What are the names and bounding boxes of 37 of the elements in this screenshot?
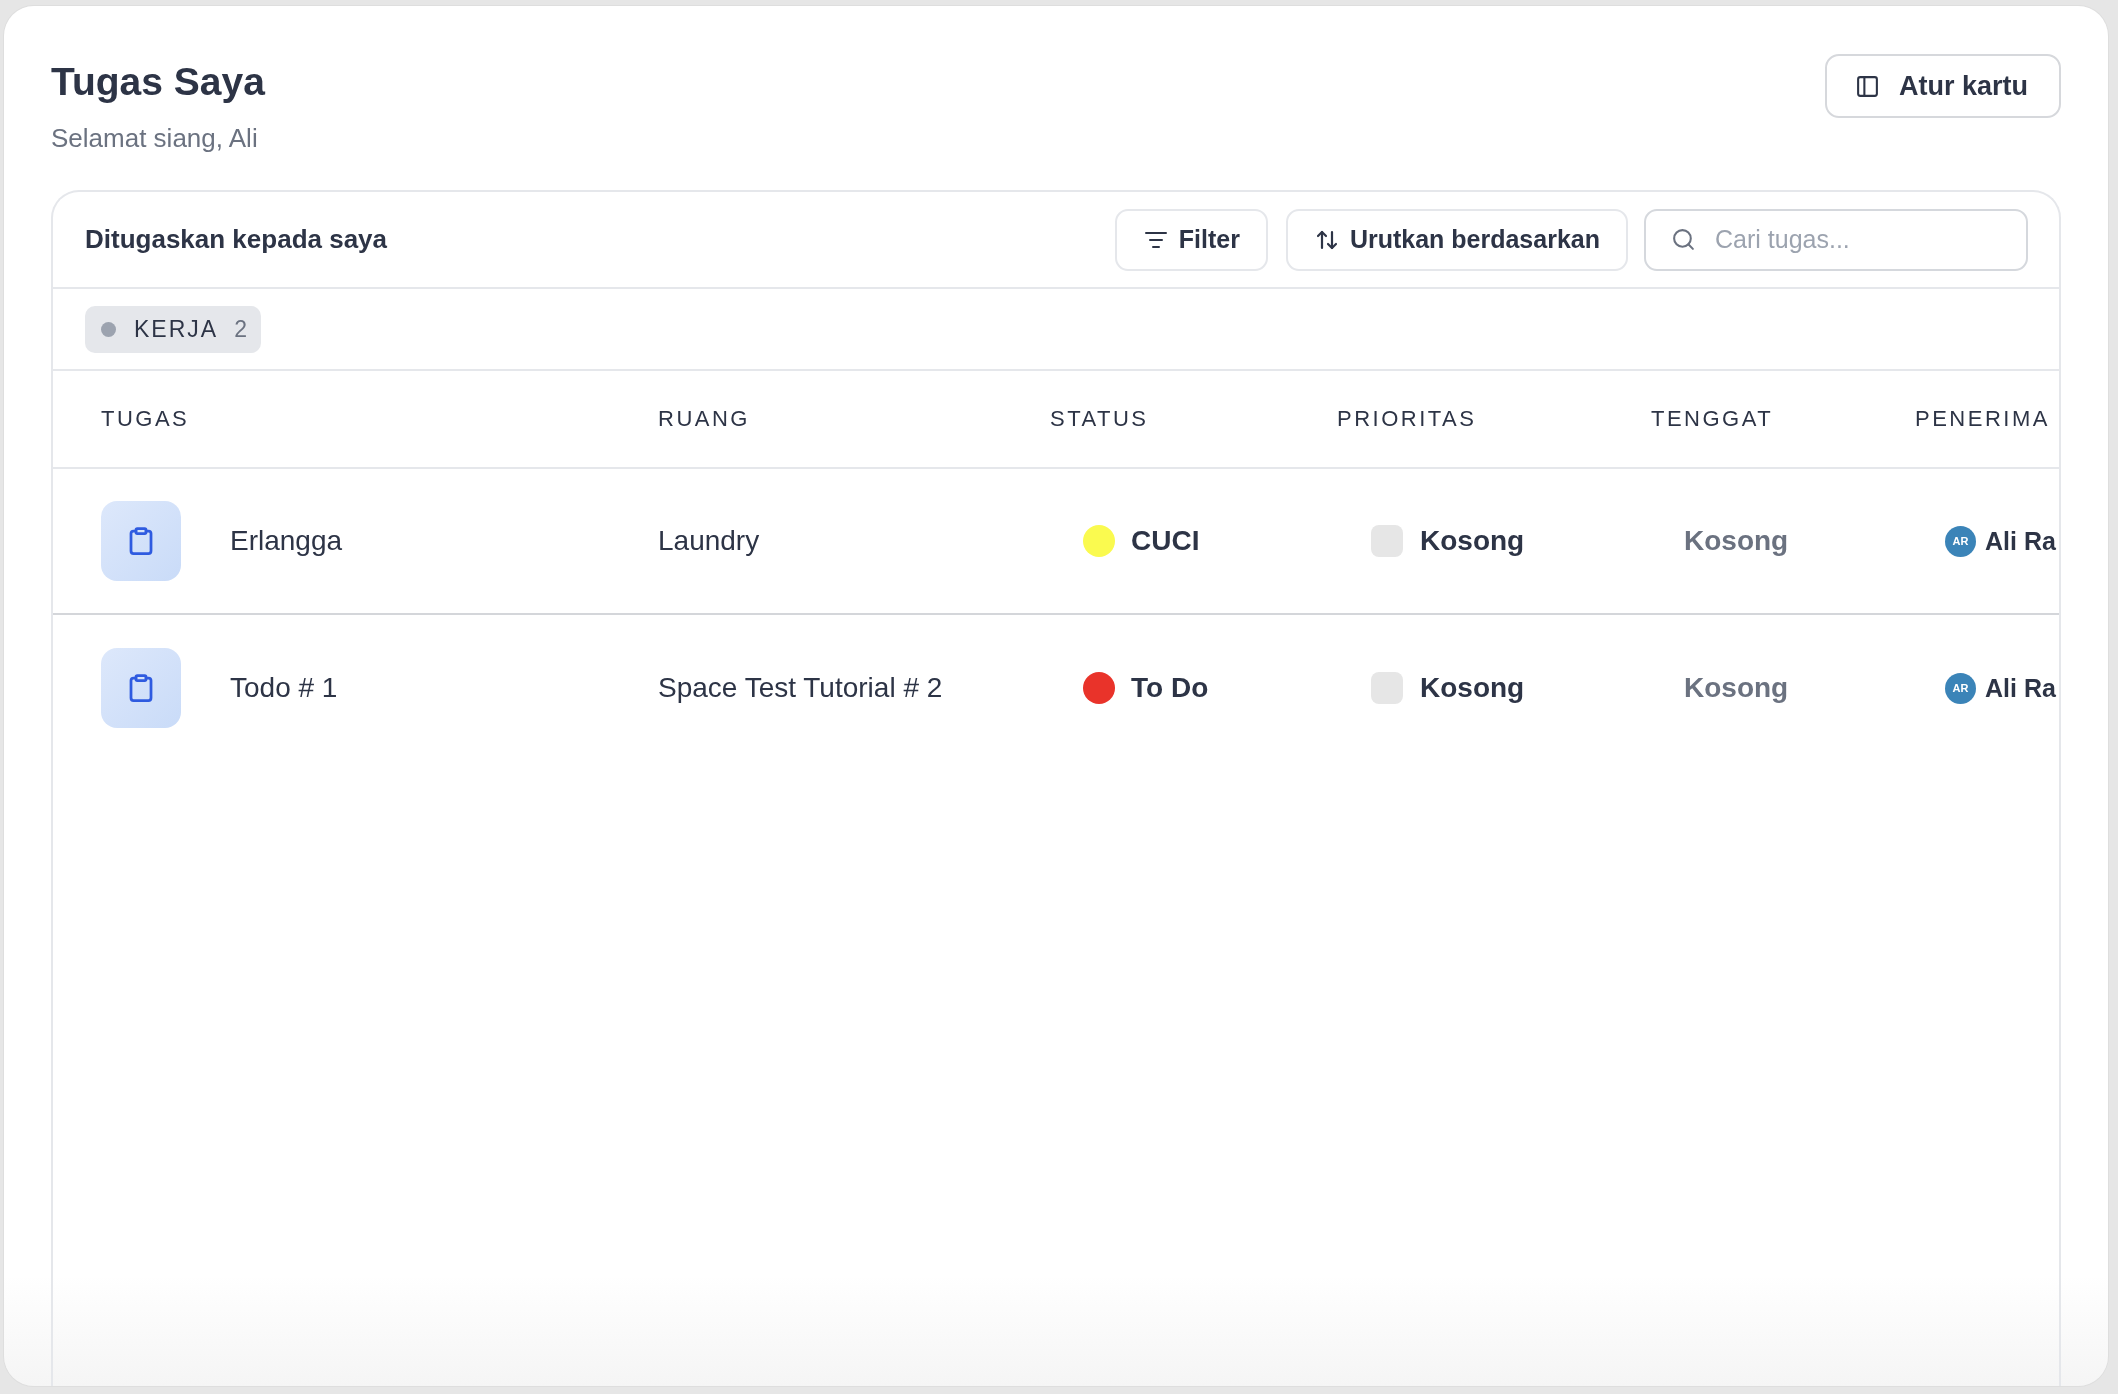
group-label: KERJA [134,315,219,343]
clipboard-icon [101,501,181,581]
page-title: Tugas Saya [51,59,265,105]
search-icon [1671,226,1696,252]
status-label[interactable]: To Do [1131,672,1209,704]
column-header[interactable]: TUGAS [101,406,190,432]
priority-label[interactable]: Kosong [1420,525,1525,557]
column-header[interactable]: TENGGAT [1651,406,1774,432]
priority-swatch-icon [1371,672,1403,704]
group-dot-icon [101,321,116,337]
search-field[interactable]: Cari tugas... [1644,208,2028,271]
column-header[interactable]: STATUS [1050,406,1149,432]
assignee-name: Ali Ra [1985,673,2056,703]
filter-button[interactable]: Filter [1114,208,1268,271]
due-date-text[interactable]: Kosong [1684,672,1789,704]
customize-cards-button[interactable]: Atur kartu [1825,54,2061,118]
column-header[interactable]: RUANG [658,406,750,432]
group-tag[interactable]: KERJA 2 [85,305,261,353]
panel-title: Ditugaskan kepada saya [85,224,388,255]
column-header[interactable]: PENERIMA [1915,406,2050,432]
due-date-text[interactable]: Kosong [1684,525,1789,557]
priority-label[interactable]: Kosong [1420,672,1525,704]
space-name: Space Test Tutorial # 2 [658,672,943,704]
task-name[interactable]: Erlangga [230,525,343,557]
assignee-name: Ali Ra [1985,526,2056,556]
sort-button[interactable]: Urutkan berdasarkan [1285,208,1628,271]
greeting-text: Selamat siang, Ali [51,122,258,155]
group-count: 2 [234,315,247,343]
space-name: Laundry [658,525,760,557]
column-header[interactable]: PRIORITAS [1337,406,1477,432]
user-avatar: AR [1945,525,1976,557]
task-name[interactable]: Todo # 1 [230,672,338,704]
priority-swatch-icon [1371,525,1403,557]
user-avatar: AR [1945,672,1976,704]
clipboard-icon [101,648,181,728]
sidebar-panel-icon [1855,73,1880,99]
status-label[interactable]: CUCI [1131,525,1200,557]
